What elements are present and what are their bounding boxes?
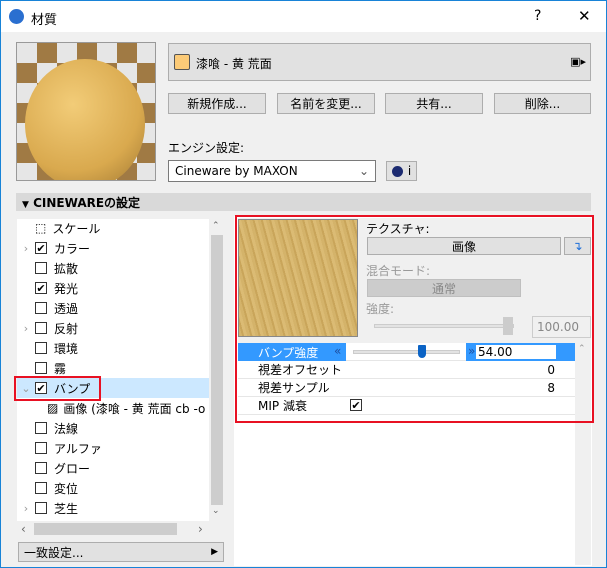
engine-info-button[interactable]: i bbox=[386, 161, 417, 181]
tree-item[interactable]: › 反射 bbox=[17, 318, 209, 338]
tree-item[interactable]: 霧 bbox=[17, 358, 209, 378]
engine-dropdown[interactable]: Cineware by MAXON ⌄ bbox=[168, 160, 376, 182]
title-bar: 材質 ? ✕ bbox=[1, 1, 606, 32]
scroll-thumb[interactable] bbox=[211, 235, 223, 505]
collapse-icon: ▼ bbox=[22, 200, 29, 210]
tree-item-label: 霧 bbox=[54, 361, 67, 376]
close-button[interactable]: ✕ bbox=[578, 7, 591, 25]
checkbox[interactable] bbox=[35, 322, 47, 334]
app-icon bbox=[9, 9, 24, 24]
tree-item[interactable]: › ✔ カラー bbox=[17, 238, 209, 258]
tree-vscrollbar[interactable]: ⌃ ⌄ bbox=[209, 219, 225, 521]
checkbox[interactable] bbox=[35, 342, 47, 354]
tree-item[interactable]: 透過 bbox=[17, 298, 209, 318]
match-settings-button[interactable]: 一致設定... ▶ bbox=[18, 542, 224, 562]
tree-item[interactable]: 法線 bbox=[17, 418, 209, 438]
material-name-box[interactable]: 漆喰 - 黄 荒面 ▣▸ bbox=[168, 43, 591, 81]
tree-item-label: アルファ bbox=[54, 441, 102, 456]
material-swatch bbox=[174, 54, 190, 70]
tree-item-label: 発光 bbox=[54, 281, 79, 296]
image-icon: ▨ bbox=[47, 401, 59, 415]
checkbox[interactable]: ✔ bbox=[35, 242, 47, 254]
checkbox[interactable]: ✔ bbox=[35, 282, 47, 294]
engine-value: Cineware by MAXON bbox=[175, 164, 298, 178]
scroll-left-icon[interactable]: ‹ bbox=[21, 522, 26, 536]
tree-item-label: 環境 bbox=[54, 341, 79, 356]
arrow-right-icon: ▶ bbox=[211, 547, 218, 557]
new-button[interactable]: 新規作成... bbox=[168, 93, 266, 114]
tree-item-label: 透過 bbox=[54, 301, 79, 316]
tree-item[interactable]: 拡散 bbox=[17, 258, 209, 278]
material-preview bbox=[16, 42, 156, 181]
share-button[interactable]: 共有... bbox=[385, 93, 483, 114]
tree-item-label: 画像 (漆喰 - 黄 荒面 cb -o bbox=[63, 401, 206, 416]
engine-label: エンジン設定: bbox=[168, 141, 245, 155]
scroll-right-icon[interactable]: › bbox=[198, 522, 203, 536]
tree-item[interactable]: アルファ bbox=[17, 438, 209, 458]
tree-item-label: 芝生 bbox=[54, 501, 79, 516]
hscroll-thumb[interactable] bbox=[34, 523, 177, 535]
cineware-icon bbox=[391, 165, 403, 177]
checkbox[interactable] bbox=[35, 262, 47, 274]
tree-item-label: グロー bbox=[54, 461, 91, 476]
tree-item[interactable]: ⬚ スケール bbox=[17, 218, 209, 238]
info-icon: i bbox=[407, 164, 412, 178]
tree-item-label: 変位 bbox=[54, 481, 79, 496]
match-settings-label: 一致設定... bbox=[24, 545, 84, 560]
material-name: 漆喰 - 黄 荒面 bbox=[196, 57, 272, 71]
expand-icon[interactable]: › bbox=[17, 322, 35, 335]
tree-item-label: 法線 bbox=[54, 421, 79, 436]
delete-button[interactable]: 削除... bbox=[494, 93, 591, 114]
expand-icon[interactable]: › bbox=[17, 502, 35, 515]
scale-icon: ⬚ bbox=[35, 221, 47, 235]
checkbox[interactable] bbox=[35, 502, 47, 514]
checkbox[interactable] bbox=[35, 302, 47, 314]
chevron-down-icon: ⌄ bbox=[358, 164, 369, 178]
tree-item-label: 反射 bbox=[54, 321, 79, 336]
checkbox[interactable] bbox=[35, 442, 47, 454]
checkbox[interactable] bbox=[35, 462, 47, 474]
checkbox[interactable] bbox=[35, 422, 47, 434]
tree-item[interactable]: 変位 bbox=[17, 478, 209, 498]
checkbox[interactable] bbox=[35, 362, 47, 374]
tree-item-label: 拡散 bbox=[54, 261, 79, 276]
tree-highlight-box bbox=[14, 376, 101, 401]
tree-item[interactable]: グロー bbox=[17, 458, 209, 478]
tree-item[interactable]: 環境 bbox=[17, 338, 209, 358]
tree-item-label: カラー bbox=[54, 241, 91, 256]
rename-button[interactable]: 名前を変更... bbox=[277, 93, 375, 114]
checkbox[interactable] bbox=[35, 482, 47, 494]
help-button[interactable]: ? bbox=[534, 8, 541, 24]
window-title: 材質 bbox=[31, 13, 58, 28]
tree-item[interactable]: ✔ 発光 bbox=[17, 278, 209, 298]
scroll-down-icon[interactable]: ⌄ bbox=[212, 506, 220, 516]
tree-hscrollbar[interactable]: ‹ › bbox=[17, 521, 209, 537]
section-title: CINEWAREの設定 bbox=[33, 196, 141, 210]
scroll-up-icon[interactable]: ⌃ bbox=[212, 221, 220, 231]
tree-item[interactable]: › 芝生 bbox=[17, 498, 209, 518]
tree-item[interactable]: ▨ 画像 (漆喰 - 黄 荒面 cb -o bbox=[17, 398, 209, 418]
expand-icon[interactable]: › bbox=[17, 242, 35, 255]
tree-item-label: スケール bbox=[52, 221, 101, 236]
section-header[interactable]: ▼ CINEWAREの設定 bbox=[16, 193, 591, 211]
image-menu-icon[interactable]: ▣▸ bbox=[570, 55, 586, 68]
texture-highlight-box bbox=[235, 215, 594, 423]
